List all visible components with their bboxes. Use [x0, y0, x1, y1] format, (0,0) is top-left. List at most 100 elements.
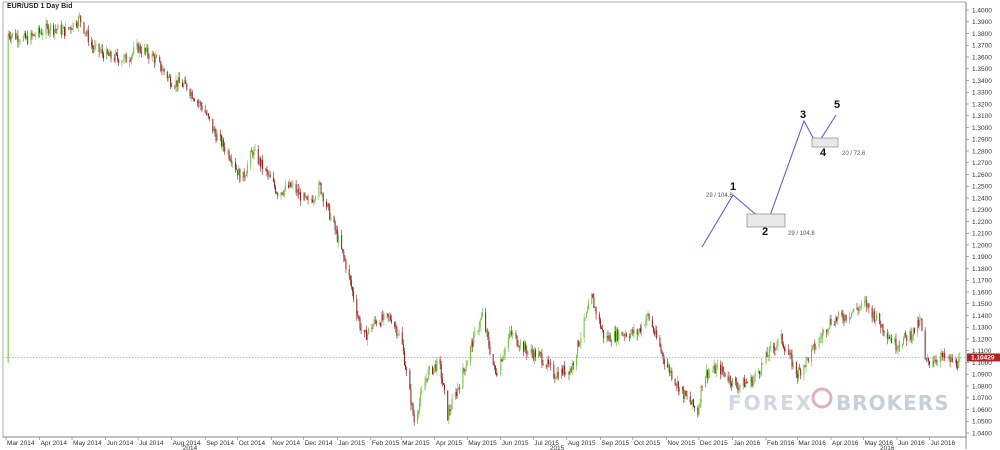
candle-body — [192, 98, 194, 100]
candle-body — [515, 333, 517, 336]
candle-body — [493, 364, 495, 366]
candle-body — [720, 364, 722, 374]
candle-body — [956, 359, 958, 367]
candle-body — [209, 116, 211, 119]
x-tick-label: Jan 2015 — [338, 440, 365, 447]
candle-body — [53, 25, 55, 35]
candle-body — [689, 396, 691, 403]
candle-body — [405, 365, 407, 370]
candle-body — [106, 49, 108, 59]
x-tick-label: Jun 2015 — [502, 440, 529, 447]
candle-body — [275, 187, 277, 193]
candle-body — [714, 365, 716, 374]
candle-body — [41, 32, 43, 35]
candle-body — [60, 24, 62, 35]
candle-body — [321, 193, 323, 195]
x-tick-label: May 2014 — [73, 440, 102, 447]
x-tick-label: Feb 2015 — [372, 440, 400, 447]
y-tick-label: 1.3200 — [972, 101, 992, 108]
x-tick-label: Mar 2014 — [7, 440, 35, 447]
candle-body — [46, 23, 48, 26]
candle-body — [592, 293, 594, 299]
candle-body — [542, 363, 544, 366]
candle-body — [272, 177, 274, 182]
candle-body — [629, 336, 631, 338]
candle-body — [637, 331, 639, 335]
candle-body — [315, 197, 317, 201]
candle-body — [503, 354, 505, 358]
candle-body — [744, 382, 746, 388]
candle-body — [298, 192, 300, 195]
candle-body — [227, 151, 229, 152]
candle-body — [500, 359, 502, 375]
candle-body — [843, 319, 845, 322]
candle-body — [841, 312, 843, 315]
candle-body — [115, 52, 117, 55]
candle-body — [433, 367, 435, 374]
candle-body — [852, 311, 854, 313]
candle-body — [314, 200, 316, 201]
candle-body — [549, 363, 551, 364]
candle-body — [830, 318, 832, 325]
candle-body — [859, 306, 861, 308]
candle-body — [140, 51, 142, 54]
candle-body — [420, 392, 422, 402]
candle-body — [656, 330, 658, 338]
candle-body — [826, 330, 828, 333]
candle-body — [667, 364, 669, 368]
candle-body — [253, 149, 255, 156]
candle-body — [311, 199, 313, 203]
candle-body — [700, 385, 702, 403]
candle-body — [374, 319, 376, 321]
candle-body — [85, 32, 87, 34]
candle-body — [685, 390, 687, 396]
candle-body — [883, 331, 885, 334]
candle-body — [184, 80, 186, 84]
candle-body — [842, 314, 844, 320]
candle-body — [722, 366, 724, 372]
x-year-label: 2015 — [550, 445, 565, 450]
candle-body — [934, 359, 936, 363]
candle-body — [230, 160, 232, 163]
candle-body — [367, 332, 369, 340]
candle-body — [926, 357, 928, 360]
candle-body — [807, 357, 809, 362]
candle-body — [705, 369, 707, 377]
plot-frame — [2, 1, 967, 438]
candle-body — [243, 171, 245, 178]
candle-body — [252, 151, 254, 156]
x-tick-label: Apr 2015 — [436, 440, 463, 447]
candle-body — [443, 384, 445, 391]
candle-body — [15, 33, 17, 40]
candle-body — [373, 319, 375, 325]
candle-body — [895, 338, 897, 351]
x-tick-label: Dec 2014 — [305, 440, 333, 447]
candle-body — [487, 330, 489, 337]
candle-body — [709, 371, 711, 373]
candle-body — [815, 346, 817, 350]
candle-body — [769, 346, 771, 348]
candle-body — [462, 368, 464, 389]
x-tick-label: Oct 2014 — [239, 440, 266, 447]
candle-body — [497, 374, 499, 376]
candle-body — [168, 76, 170, 78]
candle-body — [518, 346, 520, 348]
candle-body — [411, 403, 413, 406]
candle-body — [576, 354, 578, 366]
candle-body — [631, 329, 633, 334]
candle-body — [646, 313, 648, 320]
candle-body — [345, 260, 347, 270]
candle-body — [80, 15, 82, 23]
candle-body — [865, 300, 867, 302]
candle-body — [485, 312, 487, 332]
candle-body — [31, 32, 33, 36]
candle-body — [814, 343, 816, 350]
candle-body — [661, 351, 663, 354]
y-tick-label: 1.1200 — [972, 336, 992, 343]
candle-body — [488, 336, 490, 347]
wave-label-1: 1 — [730, 181, 736, 193]
candle-body — [556, 371, 558, 379]
candle-body — [942, 352, 944, 358]
candle-body — [616, 329, 618, 341]
candle-body — [175, 80, 177, 87]
